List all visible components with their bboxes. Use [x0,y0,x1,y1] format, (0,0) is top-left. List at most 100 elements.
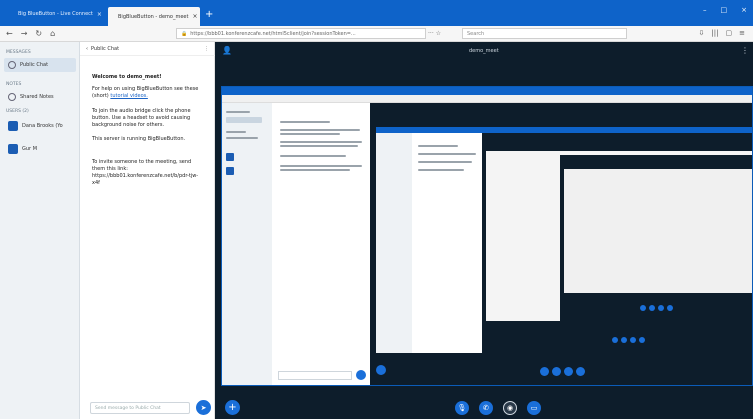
tab-label: Big BlueButton - Live Connect [18,11,93,17]
welcome-text: Welcome to demo_meet! [92,74,162,80]
menu-icon[interactable]: ≡ [739,29,745,37]
text-line [280,155,346,157]
more-icon[interactable]: ⋮ [204,46,209,52]
nested-controls [540,367,585,376]
download-icon[interactable]: ⇩ [699,29,705,37]
input-placeholder: Send message to Public Chat [95,405,161,411]
microphone-icon: 🎙 [457,404,467,412]
chat-message: To invite someone to the meeting, send t… [92,159,199,186]
browser-tab-1[interactable]: Big BlueButton - Live Connect × [8,6,104,22]
nested-controls [612,337,645,343]
new-tab-button[interactable]: + [205,9,213,20]
text-line [280,121,330,123]
nested-sidebar [222,103,272,385]
text-line [280,165,362,167]
avatar [8,121,18,131]
options-icon[interactable]: ⋮ [741,46,749,55]
chat-icon [8,61,16,69]
chat-title: Public Chat [91,45,120,52]
nested-stage [482,133,752,353]
text-line [280,133,340,135]
nested-chat [412,133,482,353]
text-line [280,141,362,143]
page-actions: ··· ☆ [428,30,441,37]
tutorial-link[interactable]: tutorial videos. [110,93,148,99]
search-input[interactable]: Search [462,28,627,39]
nested-send [356,370,366,380]
maximize-icon[interactable]: □ [721,6,728,14]
library-icon[interactable]: ||| [711,29,718,37]
nested-tab-bar [222,87,752,95]
users-sidebar: MESSAGES Public Chat NOTES Shared Notes … [0,42,80,419]
avatar [8,144,18,154]
text-line [418,153,476,155]
close-icon[interactable]: × [192,13,197,20]
nested-stage [370,103,752,385]
screen-icon: ▭ [530,404,538,412]
browser-tools: ⇩ ||| ▢ ≡ [699,29,745,37]
nested-input [278,371,352,380]
nav-buttons: ← → ↻ ⌂ [6,29,55,38]
chat-message: Welcome to demo_meet! [92,74,204,81]
nested-screen-4 [564,169,752,293]
phone-button[interactable]: ✆ [479,401,493,415]
plus-icon: + [228,402,237,413]
presentation-area: 👤 demo_meet ⋮ + 🎙 ✆ ◉ ▭ [215,42,753,419]
sidebar-item-label: Public Chat [20,62,49,68]
message-input[interactable]: Send message to Public Chat [90,402,190,414]
minimize-icon[interactable]: – [703,6,707,14]
sidebar-item-public-chat[interactable]: Public Chat [4,58,76,72]
camera-icon: ◉ [506,404,514,412]
text-line [418,145,458,147]
close-icon[interactable]: × [97,11,102,18]
browser-nav-bar: ← → ↻ ⌂ 🔒 https://bbb01.konferenzcafe.ne… [0,26,753,42]
actions-button[interactable]: + [225,400,240,415]
text-line [418,161,472,163]
reload-icon[interactable]: ↻ [35,29,42,38]
nested-url-bar [222,95,752,103]
chat-message: To join the audio bridge click the phone… [92,108,191,128]
url-text: https://bbb01.konferenzcafe.net/html5cli… [190,30,356,37]
phone-icon: ✆ [483,404,489,412]
forward-icon[interactable]: → [21,29,28,38]
nested-chat [272,103,370,385]
page-actions-icon[interactable]: ··· ☆ [428,30,441,37]
user-icon[interactable]: 👤 [222,46,232,55]
screenshare-button[interactable]: ▭ [527,401,541,415]
text-line [226,137,258,139]
sidebar-toggle-icon[interactable]: ▢ [726,29,733,37]
notes-header: NOTES [6,82,22,87]
avatar [226,153,234,161]
text-line [280,129,360,131]
chat-message: This server is running BigBlueButton. [92,136,186,142]
home-icon[interactable]: ⌂ [50,29,55,38]
chat-header: ‹ Public Chat ⋮ [80,42,215,56]
user-item[interactable]: Gur M [4,142,76,156]
send-button[interactable]: ➤ [196,400,211,415]
sidebar-item-shared-notes[interactable]: Shared Notes [4,90,76,104]
audio-button[interactable]: 🎙 [455,401,469,415]
text-line [280,169,350,171]
webcam-button[interactable]: ◉ [503,401,517,415]
text-line [226,117,262,123]
avatar [226,167,234,175]
close-window-icon[interactable]: × [741,6,747,14]
back-icon[interactable]: ← [6,29,13,38]
text-line [280,145,358,147]
shared-screen [221,86,753,386]
sidebar-item-label: Shared Notes [20,94,54,100]
url-bar[interactable]: 🔒 https://bbb01.konferenzcafe.net/html5c… [176,28,426,39]
stage-header: 👤 demo_meet ⋮ [215,42,753,60]
chat-message: For help on using BigBlueButton see thes… [92,86,204,100]
text-line [226,111,250,113]
user-item[interactable]: Dana Brooks (Yo [4,119,76,133]
nested-stage [560,155,752,321]
tab-label: BigBlueButton - demo_meet [118,13,189,20]
nested-plus [376,365,386,375]
users-header: USERS (2) [6,109,29,114]
chevron-left-icon[interactable]: ‹ [86,46,88,52]
lock-icon: 🔒 [181,30,188,37]
browser-tab-2[interactable]: BigBlueButton - demo_meet × [108,7,200,26]
user-name: Dana Brooks (Yo [22,123,63,129]
search-placeholder: Search [467,30,485,37]
